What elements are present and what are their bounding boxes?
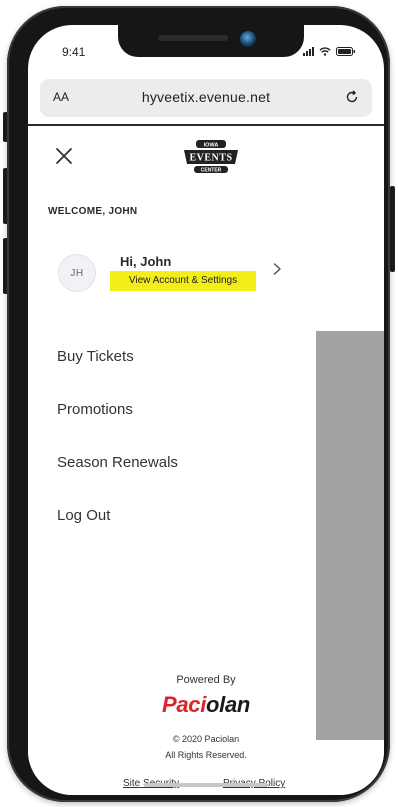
events-center-logo[interactable]: IOWA EVENTS CENTER: [180, 138, 242, 176]
brand-part-2: olan: [206, 692, 251, 717]
logo-line3: CENTER: [201, 168, 222, 174]
battery-icon: [336, 47, 356, 56]
account-settings-row[interactable]: JH Hi, John View Account & Settings: [48, 248, 288, 302]
url-text[interactable]: hyveetix.evenue.net: [40, 89, 372, 105]
view-account-settings-link[interactable]: View Account & Settings: [110, 271, 256, 291]
reload-icon[interactable]: [344, 89, 360, 105]
front-camera: [240, 31, 256, 47]
home-indicator[interactable]: [144, 783, 268, 787]
phone-power-button: [390, 186, 395, 272]
close-icon[interactable]: [54, 146, 74, 166]
menu-item-promotions[interactable]: Promotions: [57, 401, 133, 418]
powered-by-label: Powered By: [176, 674, 236, 686]
speaker-grille: [158, 35, 228, 41]
wifi-icon: [319, 47, 331, 56]
menu-item-buy-tickets[interactable]: Buy Tickets: [57, 348, 134, 365]
notch: [118, 25, 304, 57]
avatar: JH: [58, 254, 96, 292]
welcome-heading: WELCOME, JOHN: [48, 206, 138, 217]
phone-frame: 9:41 AA hyveetix.evenue.net IOWA EVENTS …: [7, 6, 390, 802]
rights-text: All Rights Reserved.: [165, 750, 247, 760]
browser-url-bar[interactable]: AA hyveetix.evenue.net: [40, 79, 372, 117]
account-greeting: Hi, John: [120, 254, 172, 269]
side-menu: IOWA EVENTS CENTER WELCOME, JOHN JH Hi, …: [28, 126, 384, 795]
menu-item-season-renewals[interactable]: Season Renewals: [57, 454, 178, 471]
status-time: 9:41: [62, 45, 86, 59]
phone-screen: 9:41 AA hyveetix.evenue.net IOWA EVENTS …: [28, 25, 384, 795]
signal-icon: [303, 47, 314, 56]
copyright-text: © 2020 Paciolan: [172, 734, 240, 744]
paciolan-logo: Paciolan: [28, 692, 384, 718]
logo-line2: EVENTS: [189, 153, 232, 164]
brand-part-1: Paci: [161, 692, 207, 717]
status-icons: [303, 47, 356, 56]
logo-line1: IOWA: [204, 143, 219, 149]
menu-item-log-out[interactable]: Log Out: [57, 507, 110, 524]
page: 9:41 AA hyveetix.evenue.net IOWA EVENTS …: [0, 0, 398, 807]
chevron-right-icon[interactable]: [270, 262, 284, 276]
